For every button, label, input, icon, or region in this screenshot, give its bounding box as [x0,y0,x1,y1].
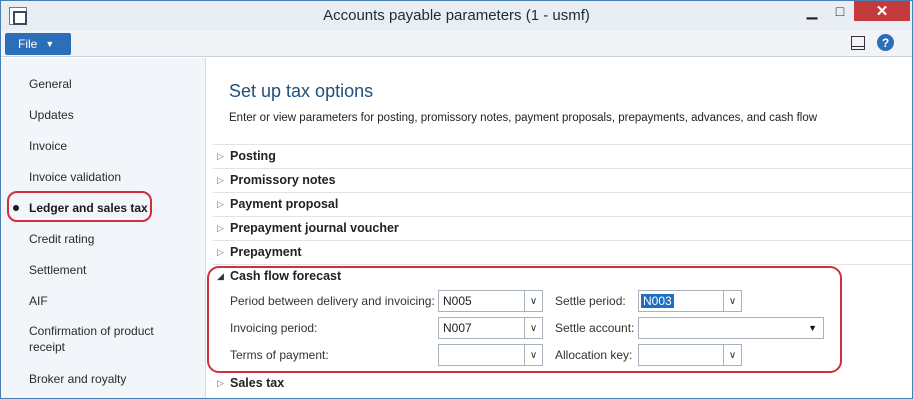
section-label: Prepayment [230,245,302,259]
chevron-down-icon[interactable]: ∨ [524,345,542,365]
section-label: Sales tax [230,376,285,390]
section-label: Prepayment journal voucher [230,221,399,235]
settle-account-label: Settle account: [555,321,635,335]
minimize-button[interactable]: ▁ [798,1,826,21]
invoicing-period-value: N007 [443,321,472,335]
section-prepayment[interactable]: ▷ Prepayment [213,240,912,264]
page-description: Enter or view parameters for posting, pr… [229,112,818,124]
file-menu-label: File [18,37,38,51]
chevron-down-icon: ▼ [45,39,55,49]
section-promissory-notes[interactable]: ▷ Promissory notes [213,168,912,192]
sidebar-item-invoice[interactable]: Invoice [29,138,67,154]
settle-period-combo[interactable]: N003 ∨ [638,290,742,312]
allocation-key-combo[interactable]: ∨ [638,344,742,366]
window-title: Accounts payable parameters (1 - usmf) [323,7,590,24]
settle-period-value: N003 [641,294,674,308]
file-menu-button[interactable]: File ▼ [5,33,71,55]
section-sales-tax[interactable]: ▷ Sales tax [213,372,912,396]
collapse-arrow-icon: ◢ [217,271,224,281]
terms-of-payment-combo[interactable]: ∨ [438,344,543,366]
settle-account-combo[interactable]: ▼ [638,317,824,339]
maximize-icon: □ [835,3,845,19]
expand-arrow-icon: ▷ [217,175,224,185]
sidebar: General Updates Invoice Invoice validati… [1,58,206,398]
expand-arrow-icon: ▷ [217,247,224,257]
close-button[interactable]: ✕ [854,1,910,21]
sidebar-item-broker-and-royalty[interactable]: Broker and royalty [29,371,126,387]
period-between-value: N005 [443,294,472,308]
sidebar-item-aif[interactable]: AIF [29,293,48,309]
expand-arrow-icon: ▷ [217,378,224,388]
sidebar-item-settlement[interactable]: Settlement [29,262,86,278]
section-label: Cash flow forecast [230,269,342,283]
settle-period-label: Settle period: [555,294,626,308]
expand-arrow-icon: ▷ [217,223,224,233]
invoicing-period-label: Invoicing period: [230,321,318,335]
content-pane: Set up tax options Enter or view paramet… [207,58,912,398]
period-between-combo[interactable]: N005 ∨ [438,290,543,312]
app-window: Accounts payable parameters (1 - usmf) ▁… [0,0,913,399]
period-between-label: Period between delivery and invoicing: [230,294,435,308]
title-bar: Accounts payable parameters (1 - usmf) ▁… [1,1,912,31]
section-cash-flow-forecast[interactable]: ◢ Cash flow forecast [213,264,912,288]
sidebar-item-credit-rating[interactable]: Credit rating [29,231,94,247]
section-payment-proposal[interactable]: ▷ Payment proposal [213,192,912,216]
section-prepayment-journal-voucher[interactable]: ▷ Prepayment journal voucher [213,216,912,240]
minimize-icon: ▁ [806,2,818,19]
section-label: Posting [230,149,276,163]
sidebar-item-confirmation-of-product-receipt[interactable]: Confirmation of product receipt [29,323,179,355]
chevron-down-icon[interactable]: ∨ [723,345,741,365]
section-label: Payment proposal [230,197,339,211]
layout-icon[interactable] [851,36,865,50]
sidebar-item-general[interactable]: General [29,76,72,92]
terms-of-payment-label: Terms of payment: [230,348,329,362]
dropdown-arrow-icon[interactable]: ▼ [808,323,817,333]
chevron-down-icon[interactable]: ∨ [723,291,741,311]
sidebar-item-updates[interactable]: Updates [29,107,74,123]
active-item-annotation [7,191,152,222]
expand-arrow-icon: ▷ [217,151,224,161]
section-posting[interactable]: ▷ Posting [213,144,912,168]
expand-arrow-icon: ▷ [217,199,224,209]
invoicing-period-combo[interactable]: N007 ∨ [438,317,543,339]
maximize-button[interactable]: □ [826,1,854,21]
chevron-down-icon[interactable]: ∨ [524,318,542,338]
menu-bar: File ▼ ? [1,31,912,57]
allocation-key-label: Allocation key: [555,348,633,362]
close-icon: ✕ [875,3,889,20]
sidebar-item-invoice-validation[interactable]: Invoice validation [29,169,121,185]
help-icon[interactable]: ? [877,34,894,51]
page-title: Set up tax options [229,81,374,101]
chevron-down-icon[interactable]: ∨ [524,291,542,311]
section-label: Promissory notes [230,173,336,187]
